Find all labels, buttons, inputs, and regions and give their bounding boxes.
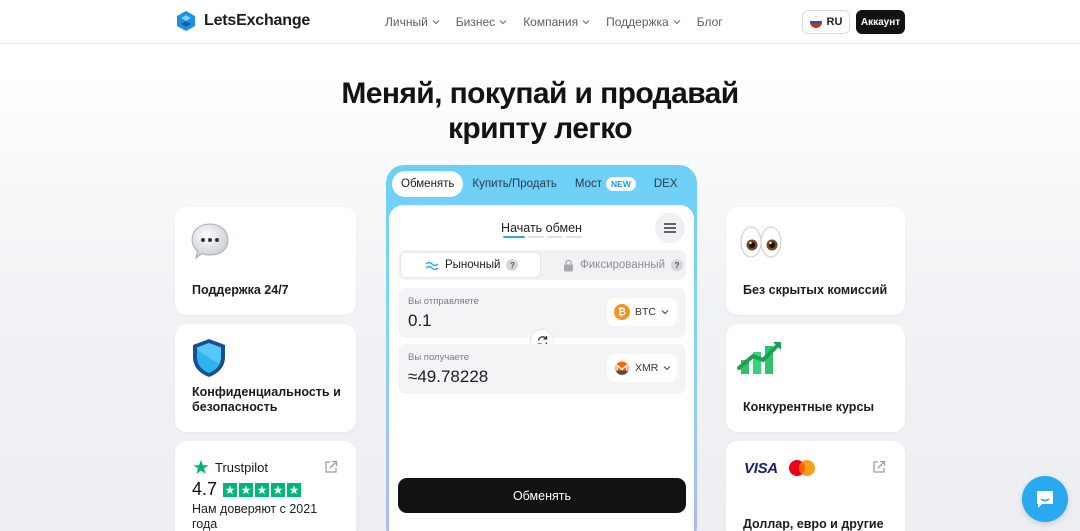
tab-exchange[interactable]: Обменять: [392, 171, 464, 197]
tab-bridge-label: Мост: [574, 178, 603, 190]
account-button[interactable]: Аккаунт: [856, 10, 905, 34]
market-rate-label: Рыночный: [445, 259, 501, 271]
wave-icon: [425, 261, 439, 270]
receive-coin-label: XMR: [635, 362, 659, 374]
top-navbar: LetsExchange Личный Бизнес Компания Подд…: [0, 0, 1080, 44]
menu-item-business[interactable]: Бизнес: [456, 15, 507, 29]
chevron-down-icon: [432, 20, 440, 25]
widget-tabs: Обменять Купить/Продать Мост NEW DEX: [392, 171, 687, 197]
btc-icon: ₿: [614, 304, 630, 320]
help-icon[interactable]: ?: [671, 259, 684, 271]
send-coin-label: BTC: [635, 306, 656, 318]
chevron-down-icon: [499, 20, 507, 25]
receive-coin-select[interactable]: XMR: [607, 354, 677, 382]
trustpilot-card[interactable]: Trustpilot 4.7 Нам доверяют с 2021 года: [175, 441, 356, 531]
support-card: Поддержка 24/7: [175, 207, 356, 315]
tab-buy-sell[interactable]: Купить/Продать: [463, 171, 565, 197]
rates-card-title: Конкурентные курсы: [743, 400, 875, 414]
hamburger-icon: [664, 223, 676, 233]
chevron-down-icon: [663, 366, 671, 371]
chevron-down-icon: [673, 20, 681, 25]
support-card-title: Поддержка 24/7: [192, 283, 289, 297]
rating-value: 4.7: [192, 479, 218, 499]
step-indicator: [503, 236, 582, 238]
language-button[interactable]: RU: [802, 10, 850, 34]
menu-label: Блог: [696, 15, 723, 29]
external-link-icon[interactable]: [872, 460, 886, 474]
menu-item-blog[interactable]: Блог: [697, 15, 723, 29]
star-icon: [287, 482, 302, 497]
chat-widget-button[interactable]: [1022, 476, 1068, 522]
chevron-down-icon: [582, 20, 590, 25]
russia-flag-icon: [809, 16, 822, 28]
chat-bubble-icon: [191, 223, 229, 260]
receive-amount-box[interactable]: Вы получаете ≈49.78228 XMR: [398, 344, 686, 394]
rate-mode-switch: Рыночный ? Фиксированный ?: [398, 250, 686, 280]
market-rate-option[interactable]: Рыночный ?: [400, 252, 541, 278]
panel-title: Начать обмен: [501, 221, 582, 235]
chevron-down-icon: [661, 310, 669, 315]
no-fees-card-title: Без скрытых комиссий: [743, 283, 888, 297]
no-fees-card: Без скрытых комиссий: [726, 207, 905, 315]
privacy-card: Конфиденциальность и безопасность: [175, 324, 356, 432]
mastercard-icon: [788, 460, 815, 476]
chart-up-icon: [737, 342, 781, 374]
exchange-widget: Обменять Купить/Продать Мост NEW DEX Нач…: [386, 165, 697, 531]
fixed-rate-label: Фиксированный: [580, 259, 666, 271]
exchange-panel: Начать обмен Рыночный ? Фиксированный ? …: [389, 205, 694, 531]
title-line-2: крипту легко: [448, 112, 633, 145]
menu-item-company[interactable]: Компания: [523, 15, 590, 29]
menu-label: Личный: [385, 15, 428, 29]
help-icon[interactable]: ?: [506, 259, 519, 271]
external-link-icon[interactable]: [324, 460, 338, 474]
logo[interactable]: LetsExchange: [175, 10, 310, 32]
main-menu: Личный Бизнес Компания Поддержка Блог: [385, 15, 723, 29]
eyes-icon: [740, 226, 782, 258]
rating-stars: [223, 482, 302, 497]
send-label: Вы отправляете: [408, 296, 479, 307]
star-icon: [271, 482, 286, 497]
star-icon: [223, 482, 238, 497]
payments-card[interactable]: VISA Доллар, евро и другие: [726, 441, 905, 531]
page-title: Меняй, покупай и продавай крипту легко: [0, 76, 1080, 146]
lock-icon: [564, 259, 573, 271]
payment-logos: VISA: [744, 459, 817, 477]
xmr-icon: [614, 360, 630, 376]
privacy-card-title: Конфиденциальность и безопасность: [192, 385, 341, 414]
chat-icon: [1037, 491, 1053, 508]
rates-card: Конкурентные курсы: [726, 324, 905, 432]
menu-item-personal[interactable]: Личный: [385, 15, 440, 29]
hamburger-menu-button[interactable]: [655, 213, 685, 243]
shield-icon: [193, 339, 225, 377]
trustpilot-logo: Trustpilot: [193, 459, 268, 475]
trustpilot-rating: 4.7: [192, 479, 302, 500]
new-badge: NEW: [606, 177, 636, 191]
trustpilot-text: Нам доверяют с 2021 года: [192, 502, 318, 531]
tab-dex[interactable]: DEX: [645, 171, 687, 197]
exchange-button[interactable]: Обменять: [398, 478, 686, 513]
trustpilot-brand-text: Trustpilot: [215, 459, 268, 475]
send-amount-input[interactable]: 0.1: [408, 311, 432, 331]
menu-item-support[interactable]: Поддержка: [606, 15, 681, 29]
menu-label: Поддержка: [606, 15, 669, 29]
send-coin-select[interactable]: ₿ BTC: [607, 298, 677, 326]
language-label: RU: [826, 16, 843, 28]
star-icon: [239, 482, 254, 497]
tab-bridge[interactable]: Мост NEW: [566, 171, 645, 197]
logo-text: LetsExchange: [204, 12, 311, 29]
logo-icon: [177, 11, 195, 31]
receive-amount-value: ≈49.78228: [408, 367, 489, 386]
title-line-1: Меняй, покупай и продавай: [341, 77, 739, 110]
menu-label: Компания: [523, 15, 579, 29]
menu-label: Бизнес: [455, 15, 496, 29]
fixed-rate-option[interactable]: Фиксированный ?: [547, 252, 684, 278]
receive-label: Вы получаете: [408, 352, 470, 363]
star-icon: [255, 482, 270, 497]
payments-card-title: Доллар, евро и другие: [743, 517, 884, 531]
trustpilot-star-icon: [193, 460, 209, 474]
visa-logo: VISA: [744, 459, 778, 477]
